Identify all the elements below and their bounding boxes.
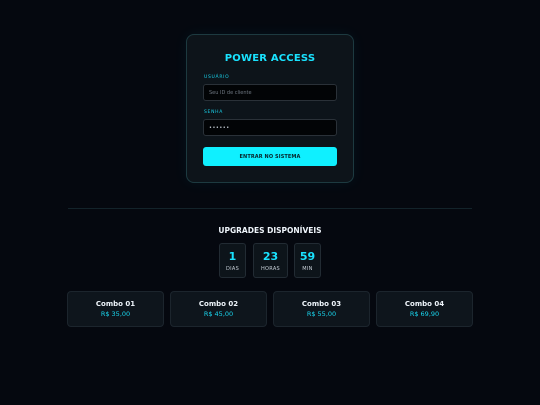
page: POWER ACCESS USUÁRIO SENHA ENTRAR NO SIS… <box>0 0 540 405</box>
login-card: POWER ACCESS USUÁRIO SENHA ENTRAR NO SIS… <box>186 34 354 183</box>
combo-price: R$ 69,90 <box>409 310 440 318</box>
timer-hours: 23 HORAS <box>253 243 288 278</box>
combo-card-04[interactable]: Combo 04 R$ 69,90 <box>376 291 473 327</box>
combo-card-01[interactable]: Combo 01 R$ 35,00 <box>67 291 164 327</box>
password-input[interactable] <box>203 119 337 136</box>
user-id-input[interactable] <box>203 84 337 101</box>
combo-price: R$ 35,00 <box>100 310 131 318</box>
timer-minutes-value: 59 <box>299 250 316 263</box>
combo-name: Combo 03 <box>301 300 342 308</box>
combo-card-03[interactable]: Combo 03 R$ 55,00 <box>273 291 370 327</box>
section-divider <box>68 208 472 209</box>
timer-minutes-unit: MIN <box>302 266 313 272</box>
timer-days-unit: DIAS <box>225 266 240 272</box>
timer-hours-value: 23 <box>262 250 279 263</box>
upgrades-title: UPGRADES DISPONÍVEIS <box>218 226 322 235</box>
timer-minutes: 59 MIN <box>294 243 321 278</box>
combo-card-02[interactable]: Combo 02 R$ 45,00 <box>170 291 267 327</box>
timer-days-value: 1 <box>228 250 237 263</box>
login-title: POWER ACCESS <box>224 53 316 64</box>
password-label: SENHA <box>204 110 224 115</box>
timer-days: 1 DIAS <box>219 243 246 278</box>
combo-name: Combo 01 <box>95 300 136 308</box>
combo-price: R$ 45,00 <box>203 310 234 318</box>
combo-name: Combo 02 <box>198 300 239 308</box>
timer-hours-unit: HORAS <box>260 266 281 272</box>
combo-name: Combo 04 <box>404 300 445 308</box>
combo-price: R$ 55,00 <box>306 310 337 318</box>
user-label: USUÁRIO <box>204 75 230 80</box>
login-button[interactable]: ENTRAR NO SISTEMA <box>203 147 337 166</box>
